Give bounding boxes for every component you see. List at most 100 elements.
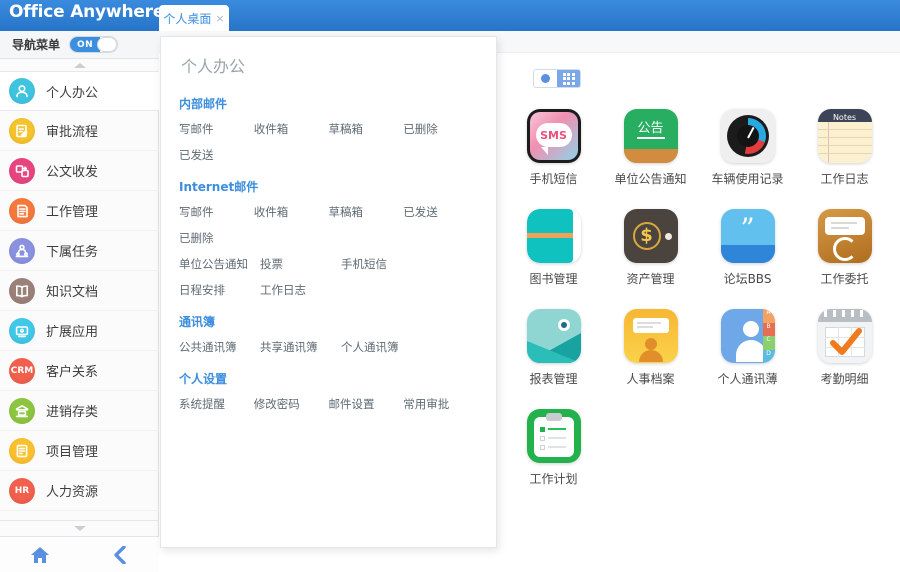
- panel-link[interactable]: 草稿箱: [329, 116, 404, 142]
- sidebar-scroll-down[interactable]: [0, 520, 159, 536]
- panel-group-heading: Internet邮件: [179, 180, 259, 194]
- app-grid: SMS 手机短信 公告 单位公告通知 车辆使用记录 Notes 工作日志 图书管理 $ 资产管理”…: [505, 109, 900, 487]
- quote-icon: ”: [720, 209, 775, 263]
- sidebar-item-2[interactable]: 审批流程: [0, 111, 159, 151]
- panel-link[interactable]: 常用审批: [403, 391, 478, 417]
- app-tile[interactable]: Notes 工作日志: [796, 109, 893, 187]
- app-tile[interactable]: SMS 手机短信: [505, 109, 602, 187]
- sidebar-item-label: 扩展应用: [46, 325, 99, 340]
- app-tile[interactable]: 报表管理: [505, 309, 602, 387]
- hr-icon: HR: [9, 477, 35, 504]
- announce-icon: 公告: [623, 109, 678, 163]
- panel-link[interactable]: 写邮件: [179, 116, 254, 142]
- delegate-icon: [817, 209, 872, 263]
- sidebar-scroll-up[interactable]: [0, 59, 159, 71]
- logo-text: Office Anywhere: [9, 2, 165, 22]
- document-icon: [9, 157, 35, 184]
- app-tile[interactable]: 图书管理: [505, 209, 602, 287]
- tab-personal-desktop[interactable]: 个人桌面 ×: [159, 5, 229, 31]
- panel-link[interactable]: 草稿箱: [329, 199, 404, 225]
- panel-link[interactable]: 收件箱: [254, 116, 329, 142]
- app-tile-label: 单位公告通知: [614, 172, 687, 186]
- panel-link[interactable]: 已发送: [403, 199, 478, 225]
- grid-view-button[interactable]: [557, 70, 580, 87]
- app-tile[interactable]: ” 论坛BBS: [699, 209, 796, 287]
- panel-body: 内部邮件 写邮件 收件箱 草稿箱 已删除 已发送 Internet邮件 写邮件 收件箱 草稿箱 已发…: [161, 85, 496, 417]
- back-button[interactable]: [80, 545, 160, 564]
- nav-menu-switch[interactable]: ON: [69, 36, 119, 53]
- app-tile[interactable]: 考勤明细: [796, 309, 893, 387]
- nav-menu-label: 导航菜单: [12, 38, 61, 52]
- top-bar: Office Anywhere® 个人桌面 ×: [0, 0, 900, 31]
- panel-link[interactable]: 写邮件: [179, 199, 254, 225]
- home-button[interactable]: [0, 546, 80, 564]
- panel-link[interactable]: 已删除: [179, 225, 260, 251]
- caret-down-icon: [73, 526, 86, 531]
- sidebar-item-5[interactable]: 下属任务: [0, 231, 159, 271]
- sidebar-item-3[interactable]: 公文收发: [0, 151, 159, 191]
- panel-group-rows: 系统提醒 修改密码 邮件设置 常用审批: [179, 391, 478, 417]
- panel-link[interactable]: 共享通讯簿: [260, 334, 341, 360]
- sidebar: 导航菜单 ON 个人办公审批流程 公文收发 工作管理 下属任务知识文档扩展应用 CRM 客…: [0, 31, 159, 572]
- panel-link[interactable]: 修改密码: [254, 391, 329, 417]
- person-icon: [9, 78, 35, 104]
- panel-link[interactable]: 工作日志: [260, 277, 341, 303]
- panel-group-heading: 内部邮件: [179, 97, 228, 111]
- panel-link[interactable]: 日程安排: [179, 277, 260, 303]
- sidebar-item-9[interactable]: 进销存类: [0, 391, 159, 431]
- apps-icon: [9, 317, 35, 344]
- app-tile[interactable]: 工作委托: [796, 209, 893, 287]
- sidebar-nav-list: 个人办公审批流程 公文收发 工作管理 下属任务知识文档扩展应用 CRM 客户关系 进销存类项…: [0, 71, 159, 511]
- nav-menu-toggle-row: 导航菜单 ON: [0, 31, 159, 59]
- team-icon: [9, 237, 35, 264]
- panel-group-rows: 写邮件 收件箱 草稿箱 已删除已发送: [179, 116, 478, 168]
- wallet-icon: $: [623, 209, 678, 263]
- panel-row: 公共通讯簿 共享通讯簿 个人通讯簿: [179, 334, 478, 360]
- sidebar-item-4[interactable]: 工作管理: [0, 191, 159, 231]
- view-mode-toggle[interactable]: [533, 69, 581, 88]
- app-tile[interactable]: 公告 单位公告通知: [602, 109, 699, 187]
- list-view-button[interactable]: [534, 70, 557, 87]
- panel-link[interactable]: 系统提醒: [179, 391, 254, 417]
- panel-link[interactable]: 已删除: [403, 116, 478, 142]
- sidebar-item-10[interactable]: 项目管理: [0, 431, 159, 471]
- app-tile-label: 图书管理: [529, 272, 578, 286]
- app-logo: Office Anywhere®: [9, 2, 172, 22]
- panel-title: 个人办公: [181, 57, 246, 76]
- panel-row: 已删除: [179, 225, 478, 251]
- sidebar-item-label: 知识文档: [46, 285, 99, 300]
- panel-link[interactable]: 邮件设置: [329, 391, 404, 417]
- panel-link[interactable]: 个人通讯簿: [341, 334, 422, 360]
- app-tile[interactable]: 工作计划: [505, 409, 602, 487]
- sidebar-item-7[interactable]: 扩展应用: [0, 311, 159, 351]
- approval-icon: [9, 117, 35, 144]
- sidebar-item-label: 个人办公: [46, 85, 99, 101]
- sidebar-item-6[interactable]: 知识文档: [0, 271, 159, 311]
- panel-link[interactable]: 投票: [260, 251, 341, 277]
- app-tile-label: 车辆使用记录: [711, 172, 784, 186]
- panel-row: 写邮件 收件箱 草稿箱 已发送: [179, 199, 478, 225]
- caret-up-icon: [73, 62, 86, 68]
- close-icon[interactable]: ×: [215, 13, 224, 24]
- panel-link[interactable]: 收件箱: [254, 199, 329, 225]
- app-tile[interactable]: $ 资产管理: [602, 209, 699, 287]
- app-tile[interactable]: A B C D 个人通讯薄: [699, 309, 796, 387]
- gauge-icon: [720, 109, 775, 163]
- sidebar-item-8[interactable]: CRM 客户关系: [0, 351, 159, 391]
- sidebar-item-1[interactable]: 个人办公: [0, 71, 159, 111]
- app-tile[interactable]: 车辆使用记录: [699, 109, 796, 187]
- panel-link[interactable]: 已发送: [179, 142, 260, 168]
- sidebar-item-11[interactable]: HR 人力资源: [0, 471, 159, 511]
- panel-link[interactable]: 单位公告通知: [179, 251, 260, 277]
- panel-link[interactable]: 手机短信: [341, 251, 422, 277]
- app-tile-label: 手机短信: [529, 172, 578, 186]
- app-tile-label: 考勤明细: [820, 372, 869, 386]
- panel-row: 已发送: [179, 142, 478, 168]
- panel-link[interactable]: 公共通讯簿: [179, 334, 260, 360]
- sidebar-item-label: 项目管理: [46, 445, 99, 460]
- chevron-left-icon: [114, 545, 126, 564]
- sidebar-item-label: 人力资源: [46, 485, 99, 500]
- book-icon: [9, 277, 35, 304]
- app-tile[interactable]: 人事档案: [602, 309, 699, 387]
- notes-icon: Notes: [817, 109, 872, 163]
